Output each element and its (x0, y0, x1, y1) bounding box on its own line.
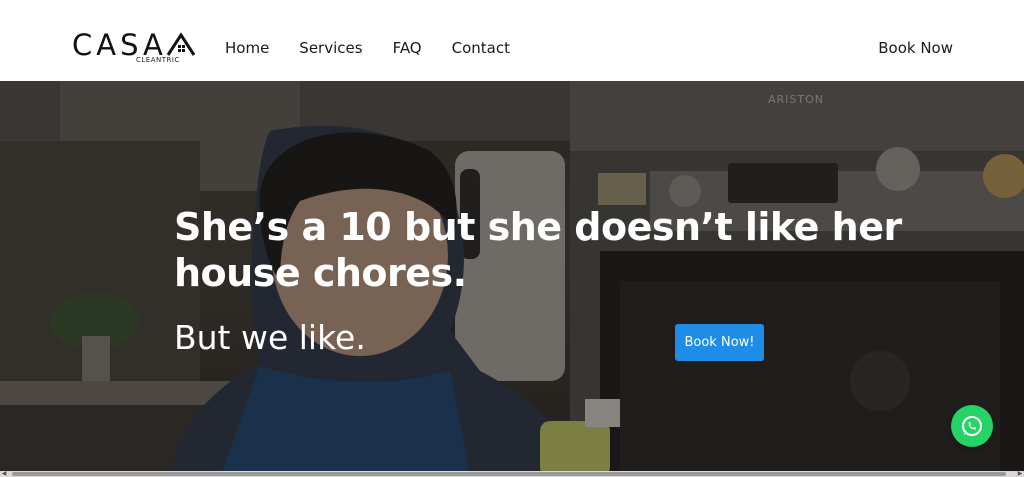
hero-section: ARISTON She’s a 10 but she doesn’t like … (0, 81, 1024, 477)
nav-faq[interactable]: FAQ (393, 38, 422, 58)
horizontal-scrollbar[interactable]: ◀ ▶ (0, 471, 1024, 477)
scroll-right-arrow-icon[interactable]: ▶ (1016, 471, 1024, 477)
main-nav: Home Services FAQ Contact (225, 38, 540, 58)
site-header: CASA CLEANTRIC Home Services FAQ Contact… (0, 0, 1024, 81)
nav-services[interactable]: Services (299, 38, 362, 58)
hero-headline: She’s a 10 but she doesn’t like her hous… (174, 205, 902, 295)
hero-subline: But we like. (174, 318, 366, 357)
nav-contact[interactable]: Contact (452, 38, 510, 58)
house-icon (166, 32, 196, 56)
logo-subtitle: CLEANTRIC (136, 56, 180, 64)
hero-book-now-button[interactable]: Book Now! (675, 324, 764, 361)
scroll-left-arrow-icon[interactable]: ◀ (0, 471, 8, 477)
nav-home[interactable]: Home (225, 38, 269, 58)
whatsapp-icon (962, 416, 982, 436)
scrollbar-thumb[interactable] (12, 472, 1006, 476)
whatsapp-button[interactable] (951, 405, 993, 447)
header-book-now-link[interactable]: Book Now (878, 38, 953, 58)
